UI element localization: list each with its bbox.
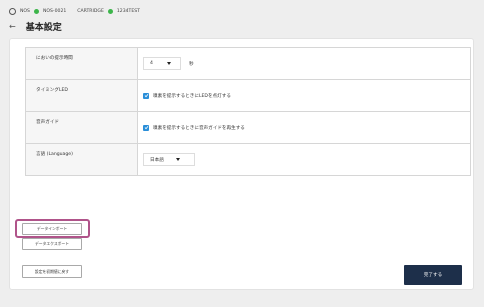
page-title: 基本設定 [25, 23, 62, 33]
language-label: 言語 (Language) [26, 144, 138, 175]
language-value: 日本語 [150, 157, 164, 163]
voice-guide-checkbox[interactable] [143, 124, 149, 131]
page-header: ← 基本設定 [9, 20, 62, 33]
cartridge-id: 1234TEST [116, 9, 140, 14]
settings-row-language: 言語 (Language) 日本語 [26, 144, 470, 176]
settings-row-voice-guide: 音声ガイド 嗅素を提示するときに音声ガイドを再生する [26, 112, 470, 144]
data-import-button[interactable]: データインポート [22, 223, 82, 235]
odor-time-select[interactable]: 4 [143, 57, 181, 70]
timing-led-label: タイミングLED [26, 80, 138, 111]
dropdown-arrow-icon [166, 62, 171, 65]
back-arrow-icon[interactable]: ← [9, 22, 16, 31]
voice-guide-text: 嗅素を提示するときに音声ガイドを再生する [153, 125, 245, 131]
cartridge-label: CARTRIDGE [77, 9, 104, 14]
language-select[interactable]: 日本語 [143, 153, 195, 166]
check-icon [144, 94, 148, 98]
data-export-button[interactable]: データエクスポート [22, 238, 82, 250]
dropdown-arrow-icon [175, 158, 180, 161]
finish-button[interactable]: 完了する [404, 265, 462, 285]
nos-label: NOS [20, 9, 30, 14]
voice-guide-label: 音声ガイド [26, 112, 138, 143]
status-bar: NOS NOS-0021 CARTRIDGE 1234TEST [9, 8, 140, 15]
cartridge-status-dot-icon [107, 9, 113, 14]
reset-defaults-button[interactable]: 設定を初期値に戻す [22, 265, 82, 278]
settings-gear-icon[interactable] [9, 8, 16, 15]
settings-row-timing-led: タイミングLED 嗅素を提示するときにLEDを点灯する [26, 80, 470, 112]
timing-led-checkbox[interactable] [143, 92, 149, 99]
settings-card: においの提示時間 4 秒 タイミングLED 嗅素を提示するときにLEDを点灯する… [9, 38, 474, 290]
timing-led-text: 嗅素を提示するときにLEDを点灯する [153, 93, 231, 99]
check-icon [144, 126, 148, 130]
odor-time-value: 4 [150, 61, 153, 66]
settings-table: においの提示時間 4 秒 タイミングLED 嗅素を提示するときにLEDを点灯する… [25, 47, 471, 176]
odor-time-unit: 秒 [189, 61, 194, 67]
nos-status-dot-icon [33, 9, 39, 14]
settings-row-odor-time: においの提示時間 4 秒 [26, 48, 470, 80]
nos-id: NOS-0021 [42, 9, 67, 14]
odor-time-label: においの提示時間 [26, 48, 138, 79]
